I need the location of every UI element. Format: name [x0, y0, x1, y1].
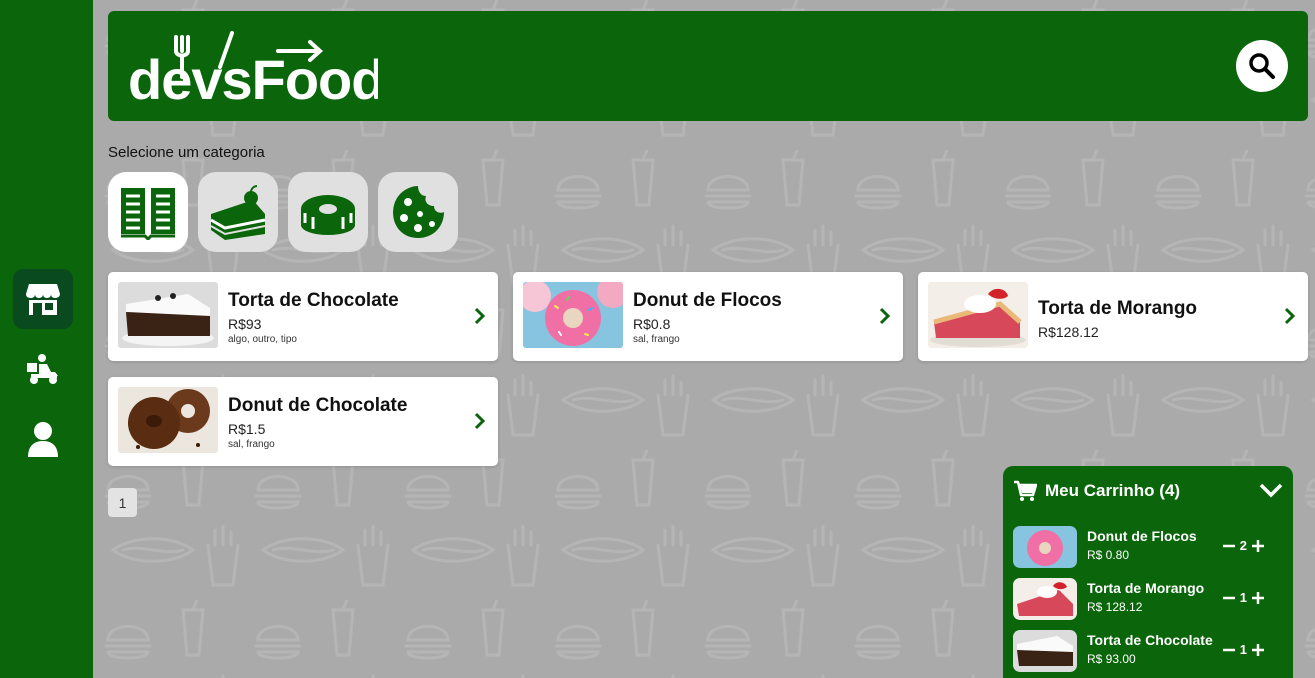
category-cakes[interactable] — [198, 172, 278, 252]
sidebar-item-store[interactable] — [13, 269, 73, 329]
cart-item-name: Donut de Flocos — [1087, 528, 1197, 544]
product-name: Torta de Morango — [1038, 298, 1198, 319]
minus-icon[interactable] — [1222, 591, 1236, 605]
quantity-value: 2 — [1239, 538, 1247, 553]
chevron-right-icon — [474, 307, 486, 325]
product-image — [928, 282, 1028, 348]
user-icon — [28, 422, 58, 457]
chevron-right-icon — [879, 307, 891, 325]
cart-item-price: R$ 93.00 — [1087, 652, 1136, 666]
product-price: R$1.5 — [228, 421, 266, 437]
quantity-stepper: 1 — [1222, 590, 1265, 605]
menu-book-icon — [121, 188, 175, 240]
chevron-down-icon[interactable] — [1259, 482, 1283, 498]
product-price: R$0.8 — [633, 316, 671, 332]
cart-item-image — [1013, 578, 1077, 620]
product-image — [118, 387, 218, 453]
product-card[interactable]: Torta de Chocolate R$93 algo, outro, tip… — [108, 272, 498, 361]
product-image — [118, 282, 218, 348]
cookie-icon — [393, 186, 444, 238]
cart-item-price: R$ 0.80 — [1087, 548, 1130, 562]
category-list — [108, 172, 458, 252]
header: devsFood — [108, 11, 1308, 121]
plus-icon[interactable] — [1251, 643, 1265, 657]
cart-item: Donut de Flocos R$ 0.80 2 — [1013, 526, 1283, 570]
product-image — [523, 282, 623, 348]
product-ingredients: algo, outro, tipo — [228, 334, 297, 345]
cart-header[interactable]: Meu Carrinho (4) — [1013, 480, 1180, 502]
product-ingredients: sal, frango — [633, 334, 680, 345]
quantity-value: 1 — [1239, 590, 1247, 605]
quantity-stepper: 2 — [1222, 538, 1265, 553]
product-card[interactable]: Donut de Chocolate R$1.5 sal, frango — [108, 377, 498, 466]
sidebar — [0, 0, 93, 678]
delivery-icon — [27, 354, 58, 384]
plus-icon[interactable] — [1251, 539, 1265, 553]
cart-item-name: Torta de Morango — [1087, 580, 1205, 596]
category-title: Selecione um categoria — [108, 144, 265, 161]
product-ingredients: sal, frango — [228, 439, 275, 450]
cart-item: Torta de Morango R$ 128.12 1 — [1013, 578, 1283, 622]
plus-icon[interactable] — [1251, 591, 1265, 605]
sidebar-item-orders[interactable] — [13, 339, 73, 399]
minus-icon[interactable] — [1222, 643, 1236, 657]
donut-icon — [301, 195, 355, 235]
cart-item-image — [1013, 526, 1077, 568]
cart-item-name: Torta de Chocolate — [1087, 632, 1213, 648]
product-price: R$128.12 — [1038, 324, 1099, 340]
cart-panel: Meu Carrinho (4) Donut de Flocos R$ 0.80… — [1003, 466, 1293, 678]
cart-item-price: R$ 128.12 — [1087, 600, 1143, 614]
search-icon — [1249, 53, 1275, 79]
chevron-right-icon — [1284, 307, 1296, 325]
product-card[interactable]: Donut de Flocos R$0.8 sal, frango — [513, 272, 903, 361]
search-button[interactable] — [1236, 40, 1288, 92]
product-card[interactable]: Torta de Morango R$128.12 — [918, 272, 1308, 361]
page-button[interactable]: 1 — [108, 488, 137, 517]
quantity-stepper: 1 — [1222, 642, 1265, 657]
category-cookies[interactable] — [378, 172, 458, 252]
product-name: Donut de Chocolate — [228, 395, 408, 416]
product-price: R$93 — [228, 316, 262, 332]
product-name: Donut de Flocos — [633, 290, 782, 311]
cake-icon — [210, 185, 266, 240]
chevron-right-icon — [474, 412, 486, 430]
category-donuts[interactable] — [288, 172, 368, 252]
logo[interactable]: devsFood — [128, 31, 385, 111]
logo-text: devsFood — [128, 48, 378, 103]
minus-icon[interactable] — [1222, 539, 1236, 553]
quantity-value: 1 — [1239, 642, 1247, 657]
cart-item: Torta de Chocolate R$ 93.00 1 — [1013, 630, 1283, 674]
product-name: Torta de Chocolate — [228, 290, 399, 311]
sidebar-item-profile[interactable] — [13, 409, 73, 469]
cart-item-image — [1013, 630, 1077, 672]
category-all[interactable] — [108, 172, 188, 252]
store-icon — [26, 284, 60, 315]
cart-icon — [1014, 480, 1037, 501]
cart-title: Meu Carrinho (4) — [1045, 481, 1181, 500]
